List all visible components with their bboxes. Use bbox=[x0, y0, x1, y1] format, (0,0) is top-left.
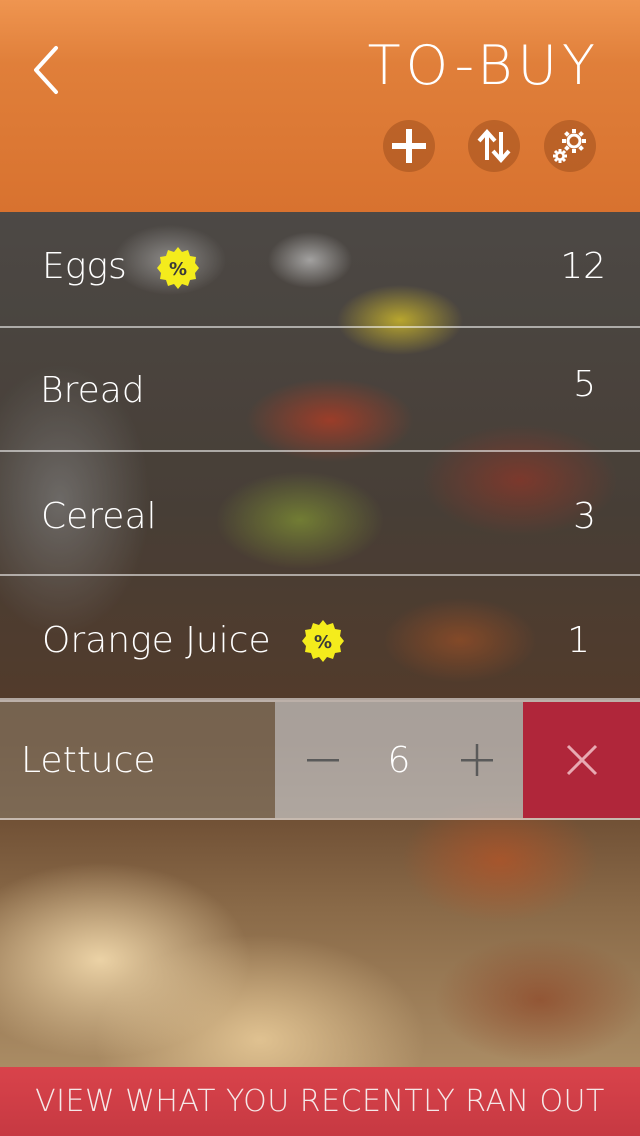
item-label: Lettuce bbox=[21, 740, 156, 781]
plus-icon bbox=[461, 744, 493, 776]
gears-icon bbox=[553, 129, 586, 163]
plus-icon bbox=[392, 129, 426, 163]
sort-button[interactable] bbox=[468, 120, 520, 172]
item-label: Bread bbox=[40, 370, 145, 411]
list-item-lettuce-editing: Lettuce 6 bbox=[0, 700, 640, 820]
quantity-stepper: 6 bbox=[275, 702, 523, 818]
header-bar: TO-BUY bbox=[0, 0, 640, 212]
add-item-button[interactable] bbox=[383, 120, 435, 172]
item-quantity: 3 bbox=[573, 496, 596, 537]
discount-badge-icon: % bbox=[157, 247, 199, 289]
sort-arrows-icon bbox=[477, 128, 511, 164]
page-title: TO-BUY bbox=[367, 34, 600, 97]
list-item-eggs[interactable]: Eggs % 12 bbox=[0, 212, 640, 328]
list-item-orange-juice[interactable]: Orange Juice % 1 bbox=[0, 576, 640, 700]
item-quantity: 12 bbox=[560, 246, 606, 287]
item-quantity: 1 bbox=[567, 620, 590, 661]
list-item-cereal[interactable]: Cereal 3 bbox=[0, 452, 640, 576]
delete-button[interactable] bbox=[523, 702, 640, 818]
item-label: Cereal bbox=[41, 496, 157, 537]
svg-text:%: % bbox=[169, 259, 187, 280]
list-item-bread[interactable]: Bread 5 bbox=[0, 328, 640, 452]
item-name-cell[interactable]: Lettuce bbox=[0, 702, 275, 818]
item-label: Orange Juice bbox=[42, 620, 271, 661]
back-button[interactable] bbox=[26, 44, 70, 96]
discount-badge-icon: % bbox=[302, 620, 344, 662]
svg-text:%: % bbox=[314, 632, 332, 653]
item-quantity: 5 bbox=[573, 364, 596, 405]
increment-button[interactable] bbox=[457, 740, 497, 780]
close-icon bbox=[566, 744, 597, 776]
item-label: Eggs bbox=[42, 246, 127, 287]
recently-ran-out-button[interactable]: VIEW WHAT YOU RECENTLY RAN OUT bbox=[0, 1067, 640, 1136]
settings-button[interactable] bbox=[544, 120, 596, 172]
chevron-left-icon bbox=[34, 46, 58, 94]
